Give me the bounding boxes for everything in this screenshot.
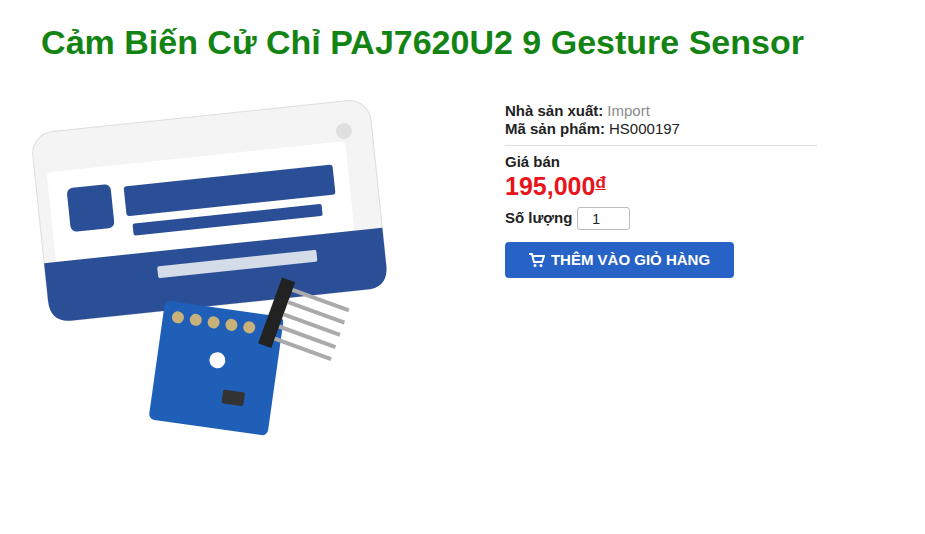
price-label: Giá bán: [505, 153, 817, 171]
product-photo-icon: [30, 96, 390, 456]
quantity-label: Số lượng: [505, 207, 572, 230]
product-row: Nhà sản xuất:ImportMã sản phẩm:HS000197 G…: [0, 96, 925, 456]
add-to-cart-button[interactable]: THÊM VÀO GIỎ HÀNG: [505, 242, 734, 278]
sku: Mã sản phẩm:HS000197: [505, 120, 817, 138]
product-info: Nhà sản xuất:ImportMã sản phẩm:HS000197 G…: [505, 96, 817, 456]
product-page: Cảm Biến Cử Chỉ PAJ7620U2 9 Gesture Sens…: [0, 0, 925, 456]
add-to-cart-label: THÊM VÀO GIỎ HÀNG: [551, 251, 710, 269]
separator: [505, 145, 817, 146]
sku-value: HS000197: [609, 120, 680, 138]
product-title: Cảm Biến Cử Chỉ PAJ7620U2 9 Gesture Sens…: [0, 16, 845, 68]
manufacturer-label: Nhà sản xuất:: [505, 102, 603, 120]
title-area: Cảm Biến Cử Chỉ PAJ7620U2 9 Gesture Sens…: [0, 0, 845, 68]
price: 195,000đ: [505, 171, 817, 201]
product-photo: [30, 96, 390, 456]
cart-icon: [529, 252, 545, 268]
price-currency: đ: [595, 171, 605, 195]
sku-label: Mã sản phẩm:: [505, 120, 605, 138]
quantity-input[interactable]: [577, 207, 630, 230]
manufacturer: Nhà sản xuất:Import: [505, 102, 817, 120]
price-amount: 195,000: [505, 171, 595, 201]
quantity: Số lượng: [505, 207, 817, 230]
manufacturer-value: Import: [607, 102, 650, 120]
